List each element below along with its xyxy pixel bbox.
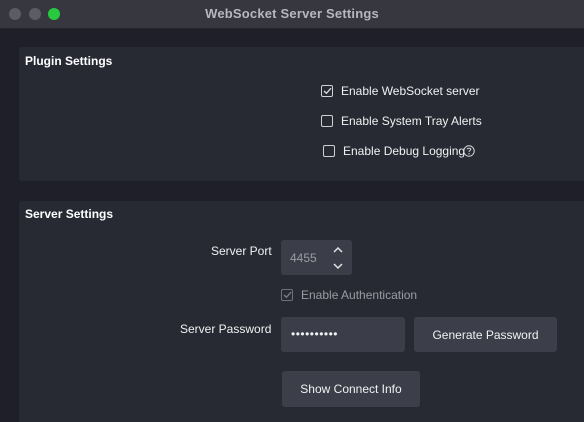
server-password-value[interactable]: •••••••••• — [291, 327, 338, 341]
window-title: WebSocket Server Settings — [205, 6, 379, 21]
websocket-settings-window: WebSocket Server Settings Plugin Setting… — [0, 0, 584, 422]
server-port-value[interactable]: 4455 — [290, 251, 320, 265]
chevron-up-icon — [333, 246, 343, 253]
enable-authentication-label: Enable Authentication — [301, 288, 418, 302]
show-connect-info-button[interactable]: Show Connect Info — [282, 371, 420, 407]
enable-websocket-server-checkbox[interactable]: Enable WebSocket server — [321, 83, 480, 99]
checkbox-box-unchecked[interactable] — [321, 115, 333, 127]
checkmark-icon — [323, 87, 332, 95]
checkbox-box-unchecked[interactable] — [323, 145, 335, 157]
plugin-settings-group: Plugin Settings Enable WebSocket server … — [19, 47, 584, 181]
enable-system-tray-alerts-label: Enable System Tray Alerts — [341, 114, 482, 128]
checkbox-box-checked[interactable] — [321, 85, 333, 97]
enable-websocket-server-label: Enable WebSocket server — [341, 84, 480, 98]
server-port-spinbox[interactable]: 4455 — [281, 240, 352, 275]
server-settings-title: Server Settings — [25, 207, 114, 221]
enable-debug-logging-label: Enable Debug Logging — [343, 144, 466, 158]
plugin-settings-title: Plugin Settings — [25, 54, 113, 68]
enable-debug-logging-checkbox[interactable]: Enable Debug Logging — [323, 143, 465, 159]
port-increment-button[interactable] — [327, 242, 349, 258]
server-password-input[interactable]: •••••••••• — [281, 317, 405, 352]
port-decrement-button[interactable] — [327, 258, 349, 274]
generate-password-button[interactable]: Generate Password — [414, 317, 557, 352]
server-settings-group: Server Settings Server Port 4455 Enable … — [19, 201, 584, 422]
title-bar: WebSocket Server Settings — [0, 0, 584, 29]
enable-system-tray-alerts-checkbox[interactable]: Enable System Tray Alerts — [321, 113, 482, 129]
server-port-label: Server Port — [211, 244, 272, 258]
enable-authentication-checkbox[interactable]: Enable Authentication — [281, 287, 417, 303]
server-password-label: Server Password — [180, 322, 272, 336]
checkmark-icon — [283, 291, 292, 299]
question-circle-icon[interactable] — [463, 145, 475, 157]
chevron-down-icon — [333, 263, 343, 270]
checkbox-box-checked-disabled[interactable] — [281, 289, 293, 301]
